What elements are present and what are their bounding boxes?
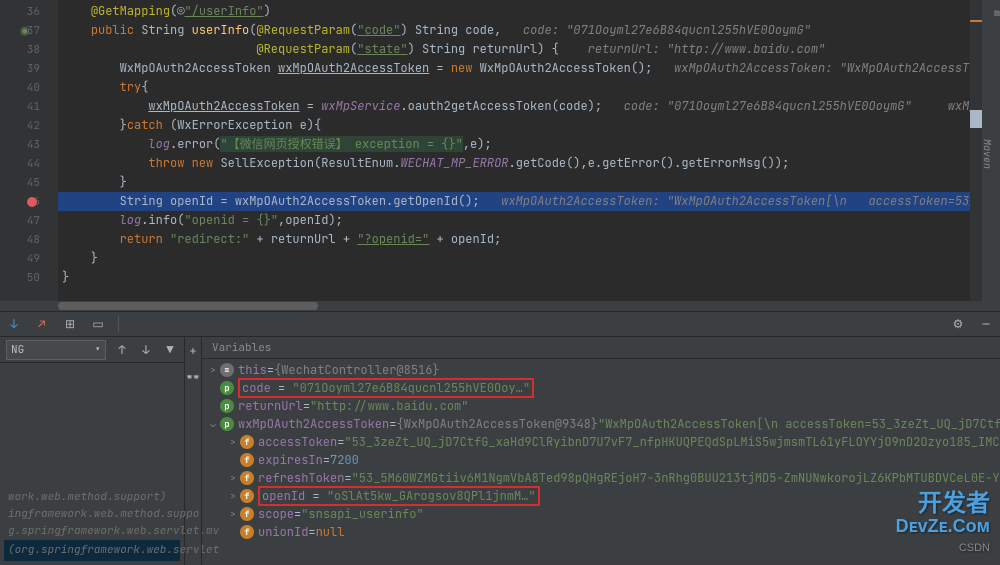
horizontal-scrollbar[interactable] <box>0 301 1000 311</box>
gutter: 36 ◉37 38 39 40 41 42 43 44 45 46 47 48 … <box>0 0 58 301</box>
frames-panel: NG▾ ↑ ↓ ▼ work.web.method.support) ingfr… <box>0 337 185 565</box>
chevron-down-icon: ▾ <box>94 343 101 357</box>
gutter-line: 48 <box>0 230 58 249</box>
variable-row[interactable]: preturnUrl = "http://www.baidu.com" <box>206 397 1000 415</box>
gutter-line: 38 <box>0 40 58 59</box>
stack-frames[interactable]: work.web.method.support) ingframework.we… <box>0 363 184 565</box>
gutter-line: 47 <box>0 211 58 230</box>
f-badge-icon: f <box>240 507 254 521</box>
gutter-line: 44 <box>0 154 58 173</box>
gutter-line: 43 <box>0 135 58 154</box>
glasses-icon[interactable]: 👓 <box>185 369 201 385</box>
inline-hint: wxMpOAuth2AccessToken: "WxMpOAuth2Access… <box>501 193 1000 209</box>
f-badge-icon: f <box>240 471 254 485</box>
p-badge-icon: p <box>220 399 234 413</box>
variable-row[interactable]: >frefreshToken = "53_5M60WZMGtiiv6M1NgmV… <box>206 469 1000 487</box>
variable-row[interactable]: >fscope = "snsapi_userinfo" <box>206 505 1000 523</box>
gutter-line: 39 <box>0 59 58 78</box>
step-icon[interactable]: ↓ <box>6 316 22 332</box>
gutter-line: 45 <box>0 173 58 192</box>
gutter-line: 50 <box>0 268 58 287</box>
gutter-line: 49 <box>0 249 58 268</box>
gutter-line: 40 <box>0 78 58 97</box>
variables-panel: Variables >≡this = {WechatController@851… <box>202 337 1000 565</box>
code-editor[interactable]: 36 ◉37 38 39 40 41 42 43 44 45 46 47 48 … <box>0 0 1000 301</box>
variables-header: Variables <box>202 337 1000 359</box>
p-badge-icon: p <box>220 381 234 395</box>
f-badge-icon: f <box>240 453 254 467</box>
f-badge-icon: f <box>240 525 254 539</box>
debug-panel: NG▾ ↑ ↓ ▼ work.web.method.support) ingfr… <box>0 337 1000 565</box>
f-badge-icon: f <box>240 489 254 503</box>
inline-hint: code: "071Ooyml27e6B84qucnl255hVE0OoymG" <box>523 22 811 38</box>
p-badge-icon: p <box>220 417 234 431</box>
debug-toolbar: ↓ ↗ ⊞ ▭ ⚙ — <box>0 311 1000 337</box>
code-content[interactable]: @GetMapping(◎"/userInfo") public String … <box>58 0 1000 301</box>
watermark: 开发者 DᴇᴠZᴇ.Cᴏᴍ CSDN <box>896 493 990 559</box>
step-icon[interactable]: ↗ <box>34 316 50 332</box>
restore-icon[interactable]: ▭ <box>90 316 106 332</box>
scrollbar-thumb[interactable] <box>58 302 318 310</box>
variable-row[interactable]: >fopenId = "oSlAt5kw_GArogsov8QPl1jnmM…" <box>206 487 1000 505</box>
gutter-line: ◉37 <box>0 21 58 40</box>
variable-row[interactable]: ⌄pwxMpOAuth2AccessToken = {WxMpOAuth2Acc… <box>206 415 1000 433</box>
variables-tree[interactable]: >≡this = {WechatController@8516}pcode = … <box>202 359 1000 565</box>
current-execution-line: String openId = wxMpOAuth2AccessToken.ge… <box>58 192 1000 211</box>
thread-selector[interactable]: NG▾ <box>6 340 106 360</box>
inline-hint: code: "071Ooyml27e6B84qucnl255hVE0OoymG" <box>624 98 912 114</box>
gear-icon[interactable]: ⚙ <box>950 316 966 332</box>
f-badge-icon: f <box>240 435 254 449</box>
up-icon[interactable]: ↑ <box>114 342 130 358</box>
variable-row[interactable]: >≡this = {WechatController@8516} <box>206 361 1000 379</box>
variables-toolbar: + 👓 <box>185 337 202 565</box>
variable-row[interactable]: funionId = null <box>206 523 1000 541</box>
eq-badge-icon: ≡ <box>220 363 234 377</box>
inline-hint: wxMpOAuth2AccessToken: "WxMpOAuth2Access… <box>674 60 1000 76</box>
gutter-line: 36 <box>0 2 58 21</box>
add-icon[interactable]: + <box>185 343 201 359</box>
gutter-line: 41 <box>0 97 58 116</box>
variable-row[interactable]: pcode = "071Ooyml27e6B84qucnl255hVE0Ooy…… <box>206 379 1000 397</box>
maven-tab[interactable]: Maven <box>982 0 1000 301</box>
down-icon[interactable]: ↓ <box>138 342 154 358</box>
minimize-icon[interactable]: — <box>978 316 994 332</box>
web-icon[interactable]: ◉ <box>20 24 30 38</box>
breakpoint-icon[interactable] <box>27 197 37 207</box>
inline-hint: returnUrl: "http://www.baidu.com" <box>588 41 826 57</box>
filter-icon[interactable]: ▼ <box>162 342 178 358</box>
layout-icon[interactable]: ⊞ <box>62 316 78 332</box>
gutter-line: 46 <box>0 192 58 211</box>
variable-row[interactable]: >faccessToken = "53_3zeZt_UQ_jD7CtfG_xaH… <box>206 433 1000 451</box>
variable-row[interactable]: fexpiresIn = 7200 <box>206 451 1000 469</box>
gutter-line: 42 <box>0 116 58 135</box>
